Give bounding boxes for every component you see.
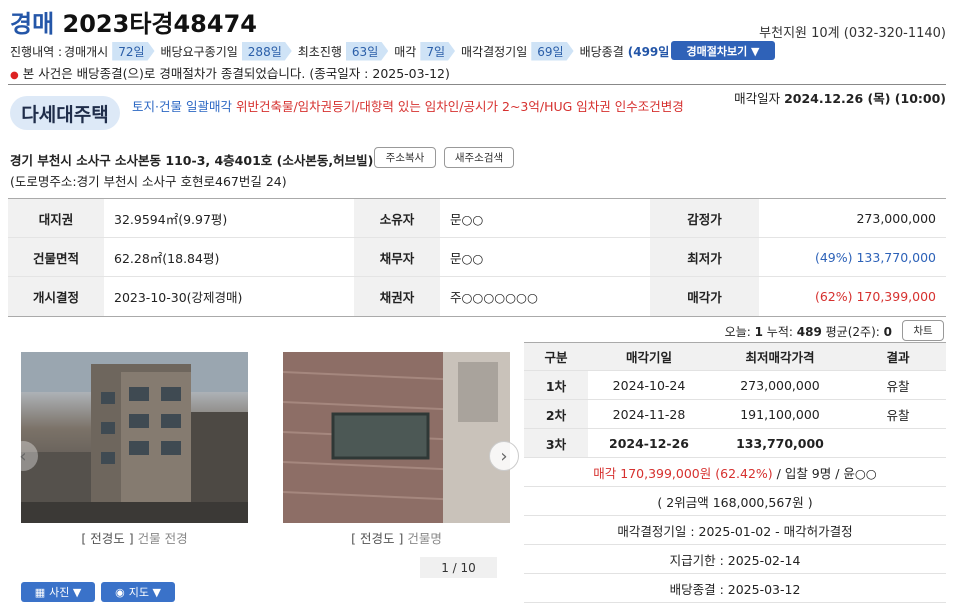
- map-toggle-button[interactable]: ◉ 지도 ▼: [101, 582, 175, 602]
- photo-next-button[interactable]: ›: [489, 441, 519, 471]
- table-cell: 2023-10-30(강제경매): [114, 290, 243, 305]
- view-stats: 오늘: 1 누적: 489 평균(2주): 0: [724, 325, 892, 339]
- table-row: 1차 2024-10-24 273,000,000 유찰: [524, 371, 946, 400]
- table-row: 대지권 32.9594㎡(9.97평) 소유자 문○○ 감정가 273,000,…: [8, 199, 946, 238]
- progress-step: 최초진행 63일: [298, 42, 394, 61]
- building-exterior-photo[interactable]: [21, 352, 248, 523]
- tags-red: 위반건축물/임차권등기/대항력 있는 임차인/공시가 2~3억/HUG 임차권 …: [235, 99, 684, 114]
- sale-date: 매각일자 2024.12.26 (목) (10:00): [734, 91, 946, 106]
- decision-row: 매각결정기일 : 2025-01-02 - 매각허가결정: [524, 516, 946, 545]
- table-cell: 문○○: [450, 250, 484, 266]
- court-info: 부천지원 10계 (032-320-1140): [759, 26, 946, 41]
- auction-history-table: 구분 매각기일 최저매각가격 결과 1차 2024-10-24 273,000,…: [524, 342, 946, 603]
- grid-icon: ▦: [34, 585, 46, 599]
- property-address: 경기 부천시 소사구 소사본동 110-3, 4층401호 (소사본동,허브빌): [10, 153, 374, 168]
- table-header-cell: 대지권: [8, 199, 104, 237]
- road-address: (도로명주소:경기 부천시 소사구 호현로467번길 24): [10, 174, 287, 189]
- step-days: 72일: [112, 42, 154, 61]
- table-cell: 주○○○○○○○: [450, 290, 538, 305]
- chevron-left-icon: ‹: [19, 445, 27, 467]
- progress-step: 매각결정기일 69일: [461, 42, 580, 61]
- photo-pager: 1 / 10: [420, 557, 497, 578]
- sale-result-row: 매각 170,399,000원 (62.42%) / 입찰 9명 / 윤○○: [524, 458, 946, 487]
- progress-step: 매각 7일: [394, 42, 461, 61]
- property-tags: 토지·건물 일괄매각 위반건축물/임차권등기/대항력 있는 임차인/공시가 2~…: [132, 96, 684, 115]
- table-header-cell: 매각가: [650, 277, 759, 316]
- distribution-end-row: 배당종결 : 2025-03-12: [524, 574, 946, 603]
- photo-toggle-button[interactable]: ▦ 사진 ▼: [21, 582, 95, 602]
- auction-steps-button[interactable]: 경매절차보기 ▼: [671, 41, 775, 60]
- divider: [8, 84, 946, 85]
- property-type-badge: 다세대주택: [10, 96, 120, 130]
- page-title: 경매 2023타경48474: [10, 4, 257, 39]
- table-cell: (62%) 170,399,000: [814, 289, 936, 304]
- step-days: 288일: [242, 42, 292, 61]
- photo-caption: [ 전경도 ] 건물 전경: [81, 531, 188, 546]
- table-header-cell: 소유자: [354, 199, 440, 237]
- tags-blue: 토지·건물 일괄매각: [132, 99, 232, 114]
- table-header-cell: 채권자: [354, 277, 440, 316]
- table-header-cell: 최저가: [650, 238, 759, 276]
- table-row-current: 3차 2024-12-26 133,770,000: [524, 429, 946, 458]
- second-bid-row: ( 2위금액 168,000,567원 ): [524, 487, 946, 516]
- table-header-cell: 감정가: [650, 199, 759, 237]
- map-pin-icon: ◉: [115, 585, 125, 599]
- table-cell: 62.28㎡(18.84평): [114, 250, 220, 266]
- deadline-row: 지급기한 : 2025-02-14: [524, 545, 946, 574]
- case-number: 2023타경48474: [62, 10, 257, 38]
- table-header-cell: 개시결정: [8, 277, 104, 316]
- photo-prev-button[interactable]: ‹: [8, 441, 38, 471]
- step-days: 7일: [420, 42, 455, 61]
- step-days: 69일: [531, 42, 573, 61]
- chevron-right-icon: ›: [500, 445, 508, 467]
- copy-address-button[interactable]: 주소복사: [374, 147, 436, 168]
- progress-step: 배당요구종기일 288일: [161, 42, 298, 61]
- photo-caption: [ 전경도 ] 건물명: [351, 531, 442, 546]
- table-header-row: 구분 매각기일 최저매각가격 결과: [524, 342, 946, 371]
- bullet-icon: ●: [10, 70, 19, 81]
- table-row: 건물면적 62.28㎡(18.84평) 채무자 문○○ 최저가 (49%) 13…: [8, 238, 946, 277]
- step-days: 63일: [346, 42, 388, 61]
- closure-notice: ● 본 사건은 배당종결(으)로 경매절차가 종결되었습니다. (종국일자 : 2…: [10, 66, 450, 81]
- progress-step: 경매개시 72일: [64, 42, 160, 61]
- progress-label: 진행내역 :: [10, 44, 63, 59]
- property-info-table: 대지권 32.9594㎡(9.97평) 소유자 문○○ 감정가 273,000,…: [8, 198, 946, 317]
- table-cell: 문○○: [450, 211, 484, 227]
- new-address-search-button[interactable]: 새주소검색: [444, 147, 514, 168]
- auction-kind: 경매: [10, 10, 55, 38]
- chart-button[interactable]: 차트: [902, 320, 944, 341]
- table-header-cell: 채무자: [354, 238, 440, 276]
- table-cell: 273,000,000: [856, 210, 936, 226]
- progress-timeline: 진행내역 : 경매개시 72일 배당요구종기일 288일 최초진행 63일 매각 7일 …: [10, 42, 701, 60]
- table-cell: (49%) 133,770,000: [814, 249, 936, 265]
- building-name-photo[interactable]: [283, 352, 510, 523]
- table-row: 2차 2024-11-28 191,100,000 유찰: [524, 400, 946, 429]
- table-cell: 32.9594㎡(9.97평): [114, 211, 228, 227]
- table-row: 개시결정 2023-10-30(강제경매) 채권자 주○○○○○○○ 매각가 (…: [8, 277, 946, 316]
- progress-end-label: 배당종결: [579, 44, 624, 59]
- table-header-cell: 건물면적: [8, 238, 104, 276]
